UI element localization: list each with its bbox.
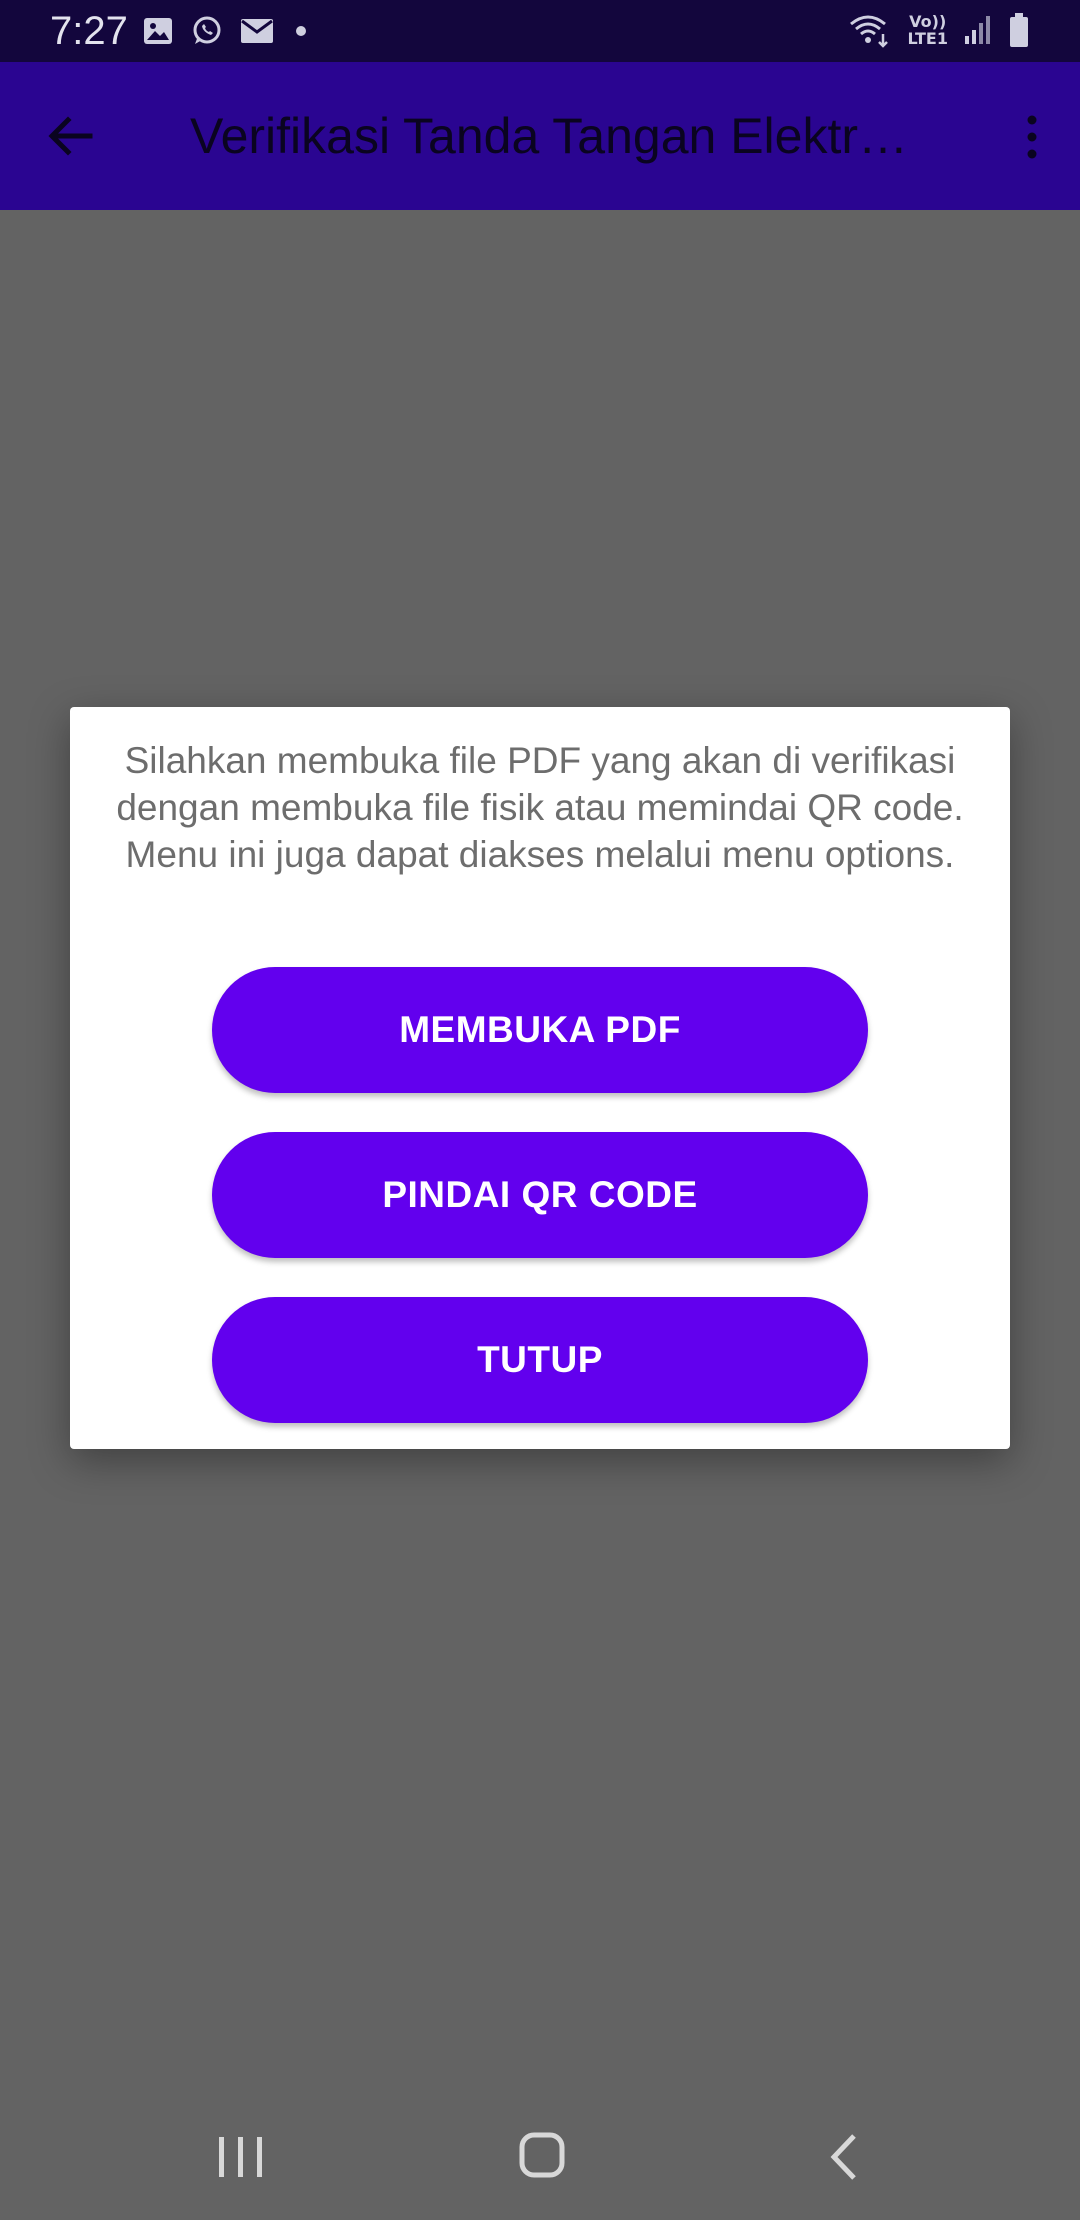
screen: 7:27 Vo)) LTE1 Verifikasi Tanda Tangan E… xyxy=(0,0,1080,2220)
dot-icon xyxy=(296,26,306,36)
mail-icon xyxy=(241,19,273,43)
whatsapp-icon xyxy=(193,16,221,44)
status-time: 7:27 xyxy=(50,9,128,53)
home-icon[interactable] xyxy=(518,2130,566,2180)
lte-label: LTE1 xyxy=(907,29,948,48)
recents-icon[interactable] xyxy=(216,2134,266,2180)
page-title: Verifikasi Tanda Tangan Elektr… xyxy=(190,108,909,164)
status-icons-right: Vo)) LTE1 xyxy=(847,12,1030,48)
app-bar: Verifikasi Tanda Tangan Elektr… xyxy=(0,62,1080,210)
wifi-icon xyxy=(850,15,889,48)
back-arrow-icon[interactable] xyxy=(46,114,94,158)
volte-icon: Vo)) LTE1 xyxy=(907,13,948,47)
status-icons-left xyxy=(142,14,312,48)
scan-qr-code-button[interactable]: PINDAI QR CODE xyxy=(212,1132,868,1258)
battery-icon xyxy=(1010,13,1028,47)
signal-icon xyxy=(965,16,990,44)
volte-label: Vo)) xyxy=(909,12,947,31)
verification-dialog: Silahkan membuka file PDF yang akan di v… xyxy=(70,707,1010,1449)
back-icon[interactable] xyxy=(826,2132,860,2182)
close-button[interactable]: TUTUP xyxy=(212,1297,868,1423)
image-icon xyxy=(144,18,172,44)
overflow-menu-icon[interactable] xyxy=(1022,114,1042,160)
open-pdf-button[interactable]: MEMBUKA PDF xyxy=(212,967,868,1093)
status-bar: 7:27 Vo)) LTE1 xyxy=(0,0,1080,62)
navigation-bar xyxy=(0,2090,1080,2220)
dialog-message: Silahkan membuka file PDF yang akan di v… xyxy=(116,740,964,875)
